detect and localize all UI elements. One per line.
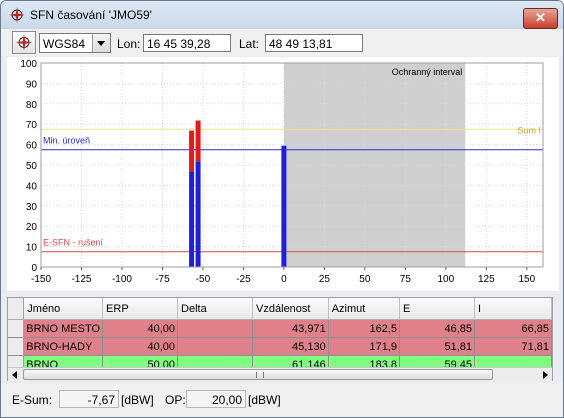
table-cell: 43,971 — [252, 319, 329, 338]
table-cell: 162,5 — [328, 319, 400, 338]
column-header[interactable]: Jméno — [23, 298, 104, 320]
y-tick-label: 70 — [26, 120, 38, 131]
x-tick-label: 0 — [281, 274, 287, 285]
table-cell: BRNO MESTO — [23, 319, 104, 338]
column-header[interactable]: Delta — [177, 298, 254, 320]
y-tick-label: 80 — [26, 100, 38, 111]
column-header[interactable]: ERP — [102, 298, 179, 320]
y-tick-label: 0 — [31, 263, 37, 274]
x-tick-label: 150 — [518, 274, 535, 285]
lat-label: Lat: — [239, 37, 260, 51]
x-tick-label: 50 — [359, 274, 371, 285]
compass-star-icon — [9, 7, 25, 23]
datum-select-value: WGS84 — [43, 37, 86, 51]
column-header[interactable]: Azimut — [328, 298, 400, 320]
row-header-corner — [8, 298, 25, 320]
row-header[interactable] — [8, 337, 25, 356]
table-cell: 46,85 — [399, 319, 475, 338]
close-button[interactable]: ✕ — [523, 8, 558, 29]
table-cell: 45,130 — [252, 337, 329, 356]
lat-field[interactable]: 48 49 13,81 — [265, 34, 363, 52]
table-cell: 71,81 — [474, 337, 552, 356]
close-icon: ✕ — [535, 10, 546, 25]
table-cell: 51,81 — [399, 337, 475, 356]
column-header[interactable]: I — [474, 298, 552, 320]
x-tick-label: 100 — [437, 274, 454, 285]
scroll-right-icon[interactable] — [538, 368, 552, 382]
column-header[interactable]: E — [399, 298, 475, 320]
scrollbar-thumb[interactable] — [23, 369, 493, 380]
table-cell: 40,00 — [102, 319, 179, 338]
chevron-down-icon[interactable] — [92, 34, 110, 52]
bar-interference — [195, 120, 201, 162]
bar-interference — [189, 130, 195, 172]
x-tick-label: -25 — [236, 274, 251, 285]
bar-signal — [195, 161, 201, 267]
sfn-window: SFN časování 'JMO59' ✕ WGS84 Lon: 16 45 … — [0, 0, 564, 418]
y-tick-label: 90 — [26, 79, 38, 90]
x-tick-label: -150 — [31, 274, 51, 285]
compass-star-icon — [15, 34, 33, 51]
table-cell: 40,00 — [102, 337, 179, 356]
y-tick-label: 20 — [26, 222, 38, 233]
sfn-timing-chart: 0 10 20 30 40 50 60 70 80 90 100 -150 -125 -100 -75 -50… — [7, 57, 559, 291]
grip-icon — [256, 372, 264, 378]
title-bar: SFN časování 'JMO59' ✕ — [1, 1, 563, 29]
transmitter-grid: Jméno ERP Delta Vzdálenost Azimut E I BRNO MES… — [8, 298, 552, 374]
bar-signal — [189, 171, 195, 267]
y-tick-label: 50 — [26, 161, 38, 172]
y-tick-label: 100 — [20, 59, 37, 70]
table-cell — [177, 319, 254, 338]
x-tick-label: 25 — [319, 274, 331, 285]
esfn-interference-label: E-SFN - rušení — [43, 238, 104, 248]
chart-svg: 0 10 20 30 40 50 60 70 80 90 100 -150 -125 -100 -75 -50… — [20, 59, 544, 285]
x-tick-label: -100 — [112, 274, 132, 285]
x-tick-label: 75 — [400, 274, 412, 285]
op-unit: [dBW] — [248, 393, 281, 407]
window-title: SFN časování 'JMO59' — [30, 8, 152, 22]
op-value: 20,00 — [186, 390, 246, 408]
x-tick-label: 125 — [478, 274, 495, 285]
x-tick-label: -75 — [155, 274, 170, 285]
esum-label: E-Sum: — [12, 393, 53, 407]
row-header[interactable] — [8, 319, 25, 338]
pick-location-button[interactable] — [12, 31, 36, 54]
sum-i-label: Sum I — [517, 125, 541, 135]
y-tick-label: 10 — [26, 243, 38, 254]
table-cell: 66,85 — [474, 319, 552, 338]
y-tick-label: 40 — [26, 181, 38, 192]
y-tick-label: 60 — [26, 141, 38, 152]
table-row[interactable]: BRNO MESTO 40,00 43,971 162,5 46,85 66,85 — [8, 319, 552, 338]
table-cell: 171,9 — [328, 337, 400, 356]
column-header[interactable]: Vzdálenost — [252, 298, 329, 320]
bar-signal — [281, 145, 287, 267]
table-cell: BRNO-HADY — [23, 337, 104, 356]
y-tick-label: 30 — [26, 202, 38, 213]
lon-label: Lon: — [117, 37, 141, 51]
guard-interval-label: Ochranný interval — [392, 67, 463, 77]
esum-unit: [dBW] — [121, 393, 154, 407]
table-row[interactable]: BRNO-HADY 40,00 45,130 171,9 51,81 71,81 — [8, 337, 552, 356]
x-tick-label: -50 — [196, 274, 211, 285]
min-level-label: Min. úroveň — [43, 136, 90, 146]
x-tick-label: -125 — [71, 274, 91, 285]
datum-select[interactable]: WGS84 — [39, 33, 111, 53]
esum-value: -7,67 — [59, 390, 119, 408]
table-cell — [177, 337, 254, 356]
horizontal-scrollbar[interactable] — [8, 367, 552, 382]
scroll-left-icon[interactable] — [8, 368, 22, 382]
lon-field[interactable]: 16 45 39,28 — [143, 34, 231, 52]
op-label: OP: — [165, 393, 186, 407]
